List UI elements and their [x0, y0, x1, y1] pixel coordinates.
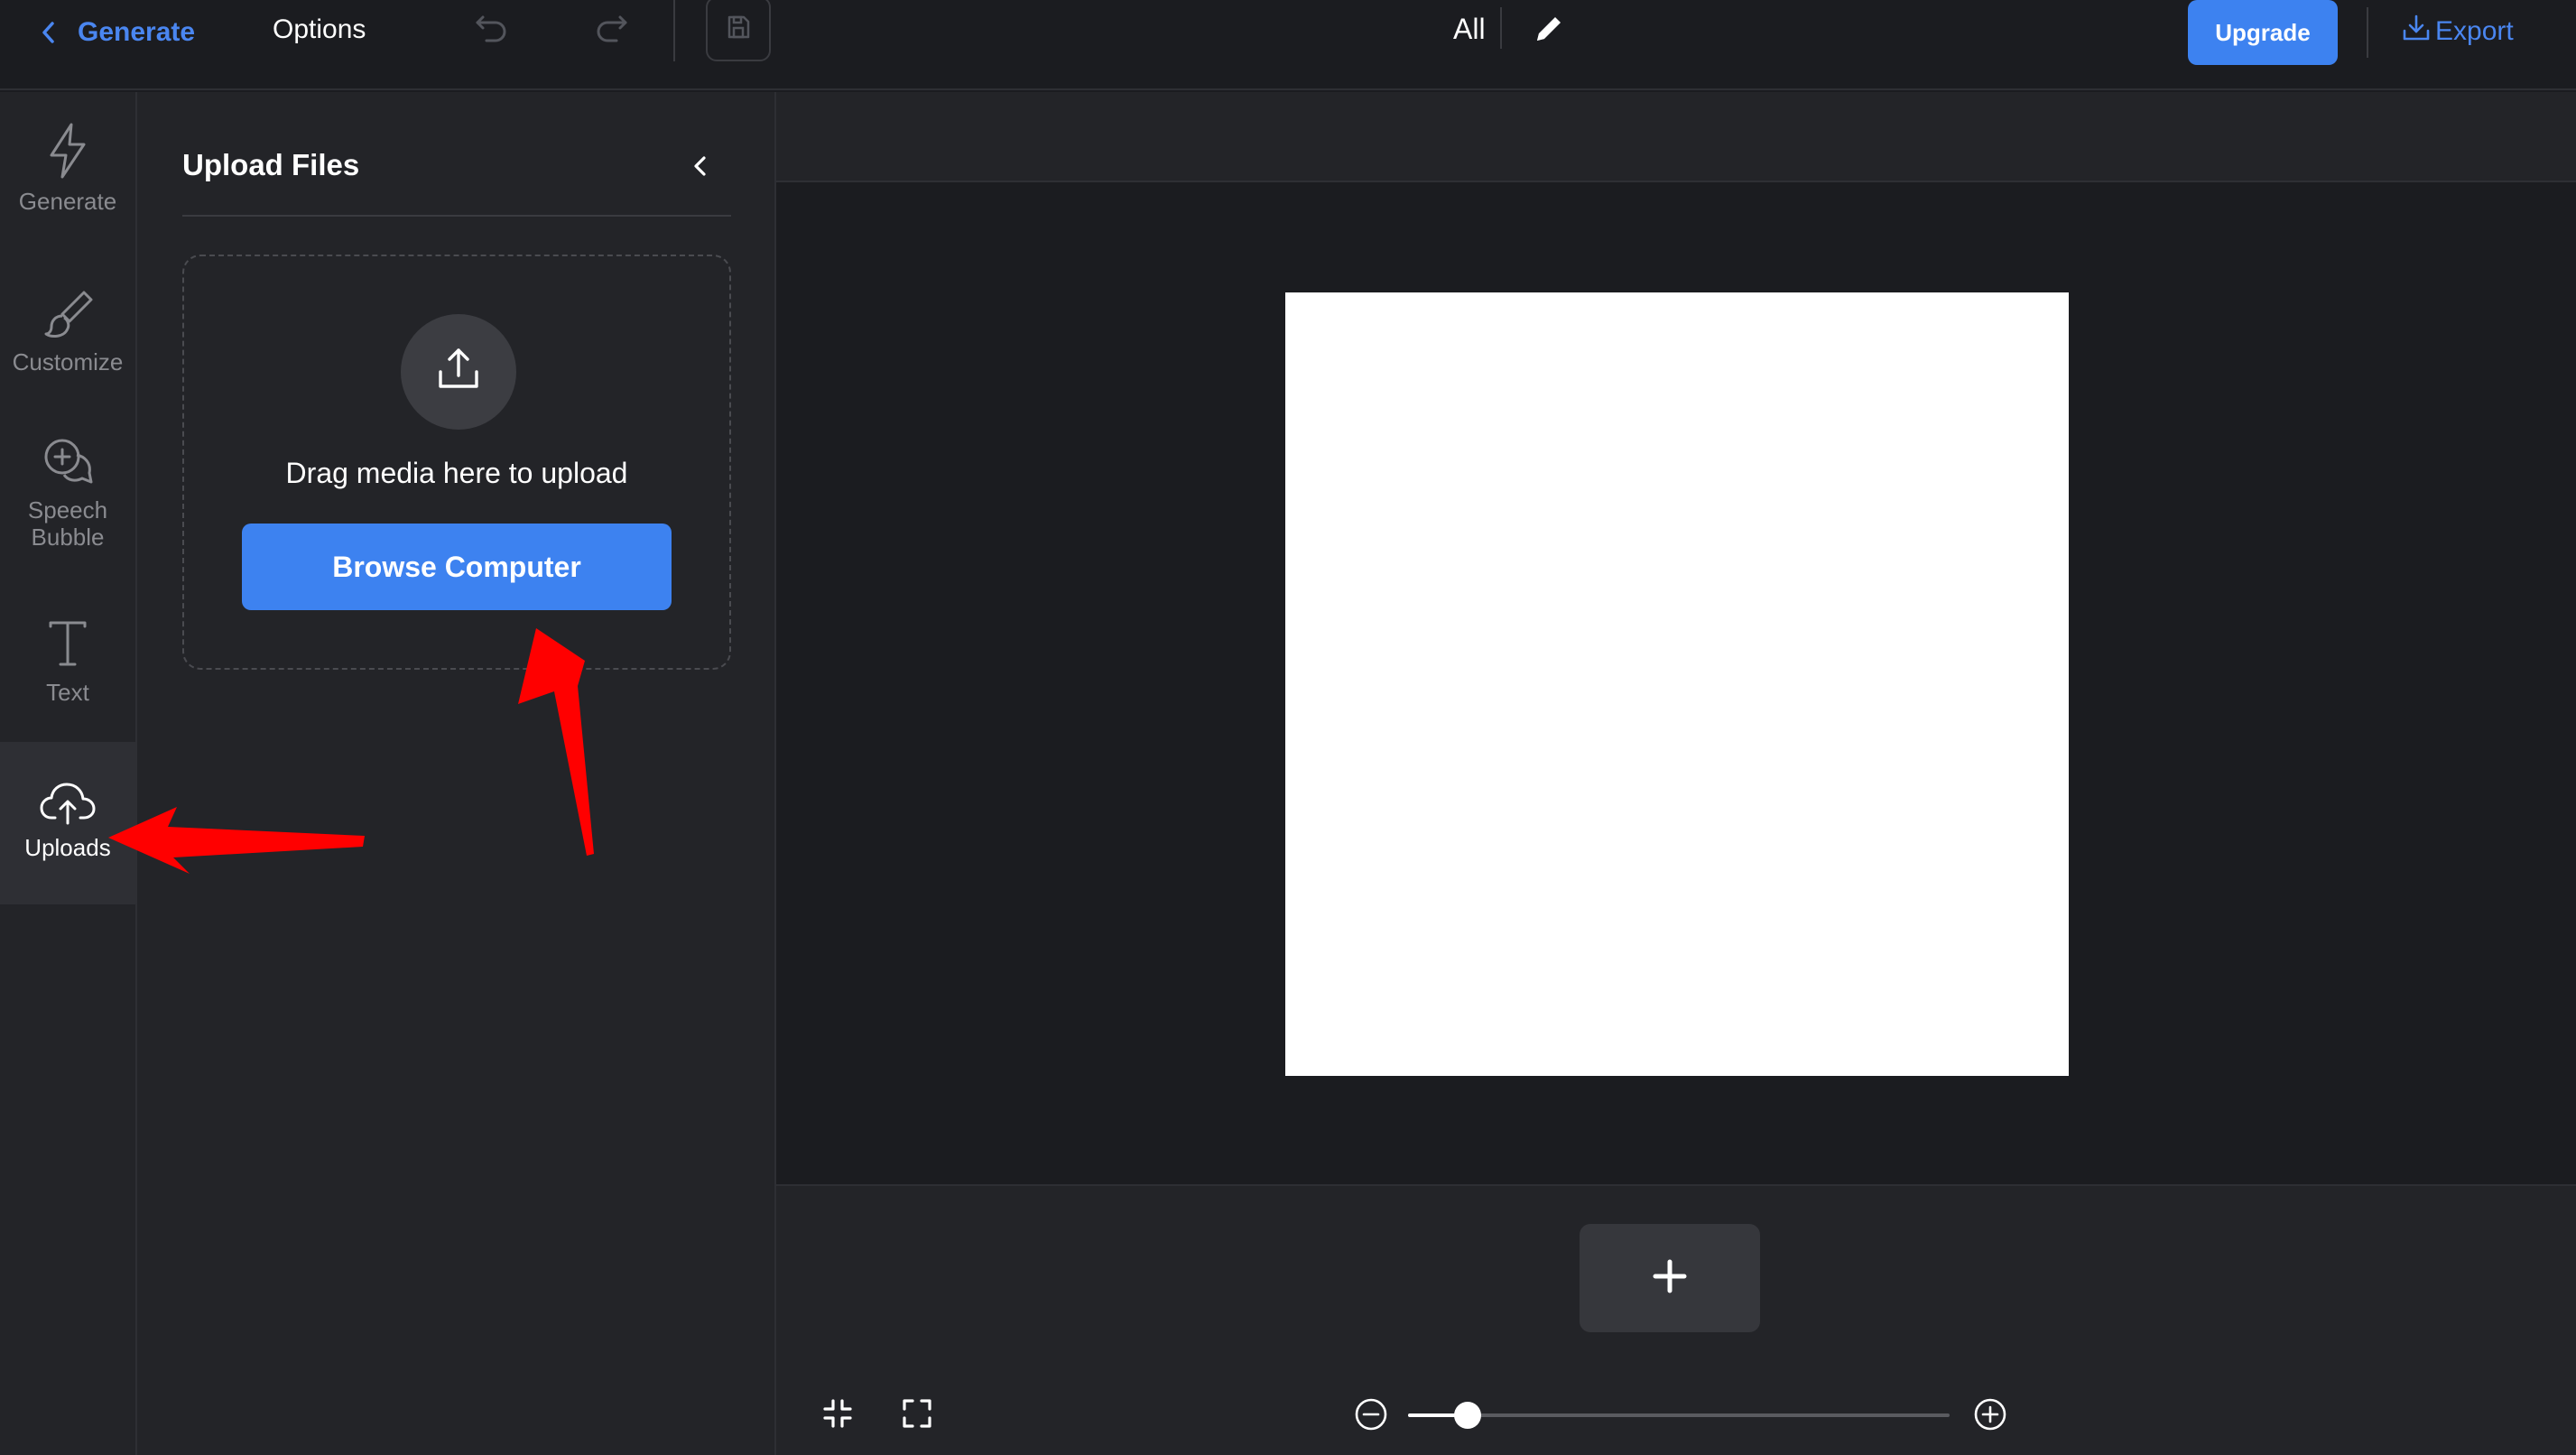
rail-item-label: Uploads: [24, 834, 111, 861]
toolbar-divider: [673, 0, 675, 61]
options-menu[interactable]: Options: [273, 14, 366, 45]
zoom-out-button[interactable]: [1352, 1397, 1390, 1435]
panel-divider: [182, 215, 731, 217]
fit-to-screen-button[interactable]: [818, 1395, 857, 1435]
tool-rail: Generate Customize Speech Bubble Text Up: [0, 92, 137, 1455]
rail-item-generate[interactable]: Generate: [0, 121, 135, 256]
header-divider: [2367, 7, 2368, 58]
expand-icon: [901, 1397, 933, 1434]
back-button-label: Generate: [78, 17, 196, 47]
cloud-upload-icon: [39, 780, 97, 834]
speech-bubble-icon: [41, 435, 95, 496]
chevron-left-icon: [40, 20, 58, 45]
chevron-left-icon: [690, 154, 710, 182]
page-scope-label: All: [1453, 13, 1486, 45]
export-label: Export: [2435, 16, 2514, 46]
upload-dropzone[interactable]: Drag media here to upload Browse Compute…: [182, 255, 731, 670]
save-button[interactable]: [706, 0, 771, 61]
upload-icon: [433, 345, 484, 400]
zoom-slider-handle[interactable]: [1454, 1402, 1481, 1429]
rail-item-label: Text: [46, 679, 89, 706]
drag-instructions: Drag media here to upload: [285, 457, 628, 489]
rail-item-text[interactable]: Text: [0, 617, 135, 753]
export-button[interactable]: Export: [2401, 13, 2514, 51]
collapse-panel-button[interactable]: [682, 150, 718, 186]
edit-title-button[interactable]: [1529, 11, 1569, 51]
upload-icon-badge: [401, 314, 516, 430]
collapse-icon: [821, 1397, 854, 1434]
plus-circle-icon: [1973, 1397, 2007, 1436]
plus-icon: [1650, 1256, 1690, 1301]
rail-item-label: Speech Bubble: [27, 496, 108, 551]
rail-item-uploads[interactable]: Uploads: [0, 742, 135, 904]
text-icon: [45, 617, 90, 679]
upload-panel: Upload Files Drag media here to upload B…: [137, 92, 776, 1455]
undo-icon: [474, 12, 510, 47]
top-bar: Generate Options All Upgrade Export: [0, 0, 2576, 90]
canvas-toolbar: [776, 92, 2576, 182]
add-page-button[interactable]: [1580, 1224, 1760, 1332]
canvas-footer: [776, 1184, 2576, 1455]
artboard-canvas[interactable]: [1285, 292, 2069, 1076]
fullscreen-button[interactable]: [897, 1395, 937, 1435]
bolt-icon: [44, 121, 91, 188]
redo-icon: [593, 12, 629, 47]
zoom-slider[interactable]: [1408, 1402, 1950, 1429]
panel-title: Upload Files: [182, 148, 360, 181]
canvas-area: [776, 92, 2576, 1455]
redo-button[interactable]: [590, 11, 632, 47]
rail-item-label: Customize: [12, 348, 124, 375]
app-root: Generate Options All Upgrade Export Gene…: [0, 0, 2576, 1455]
download-icon: [2401, 13, 2432, 51]
title-divider: [1500, 7, 1502, 49]
save-icon: [724, 13, 753, 46]
rail-item-label: Generate: [18, 188, 117, 215]
upgrade-button[interactable]: Upgrade: [2188, 0, 2338, 65]
rail-item-speech-bubble[interactable]: Speech Bubble: [0, 435, 135, 598]
zoom-in-button[interactable]: [1971, 1397, 2009, 1435]
undo-button[interactable]: [471, 11, 513, 47]
browse-computer-button[interactable]: Browse Computer: [242, 524, 672, 610]
pencil-icon: [1532, 12, 1566, 51]
rail-item-customize[interactable]: Customize: [0, 287, 135, 422]
back-to-generate-button[interactable]: Generate: [40, 9, 195, 56]
minus-circle-icon: [1354, 1397, 1388, 1436]
brush-icon: [42, 287, 93, 348]
